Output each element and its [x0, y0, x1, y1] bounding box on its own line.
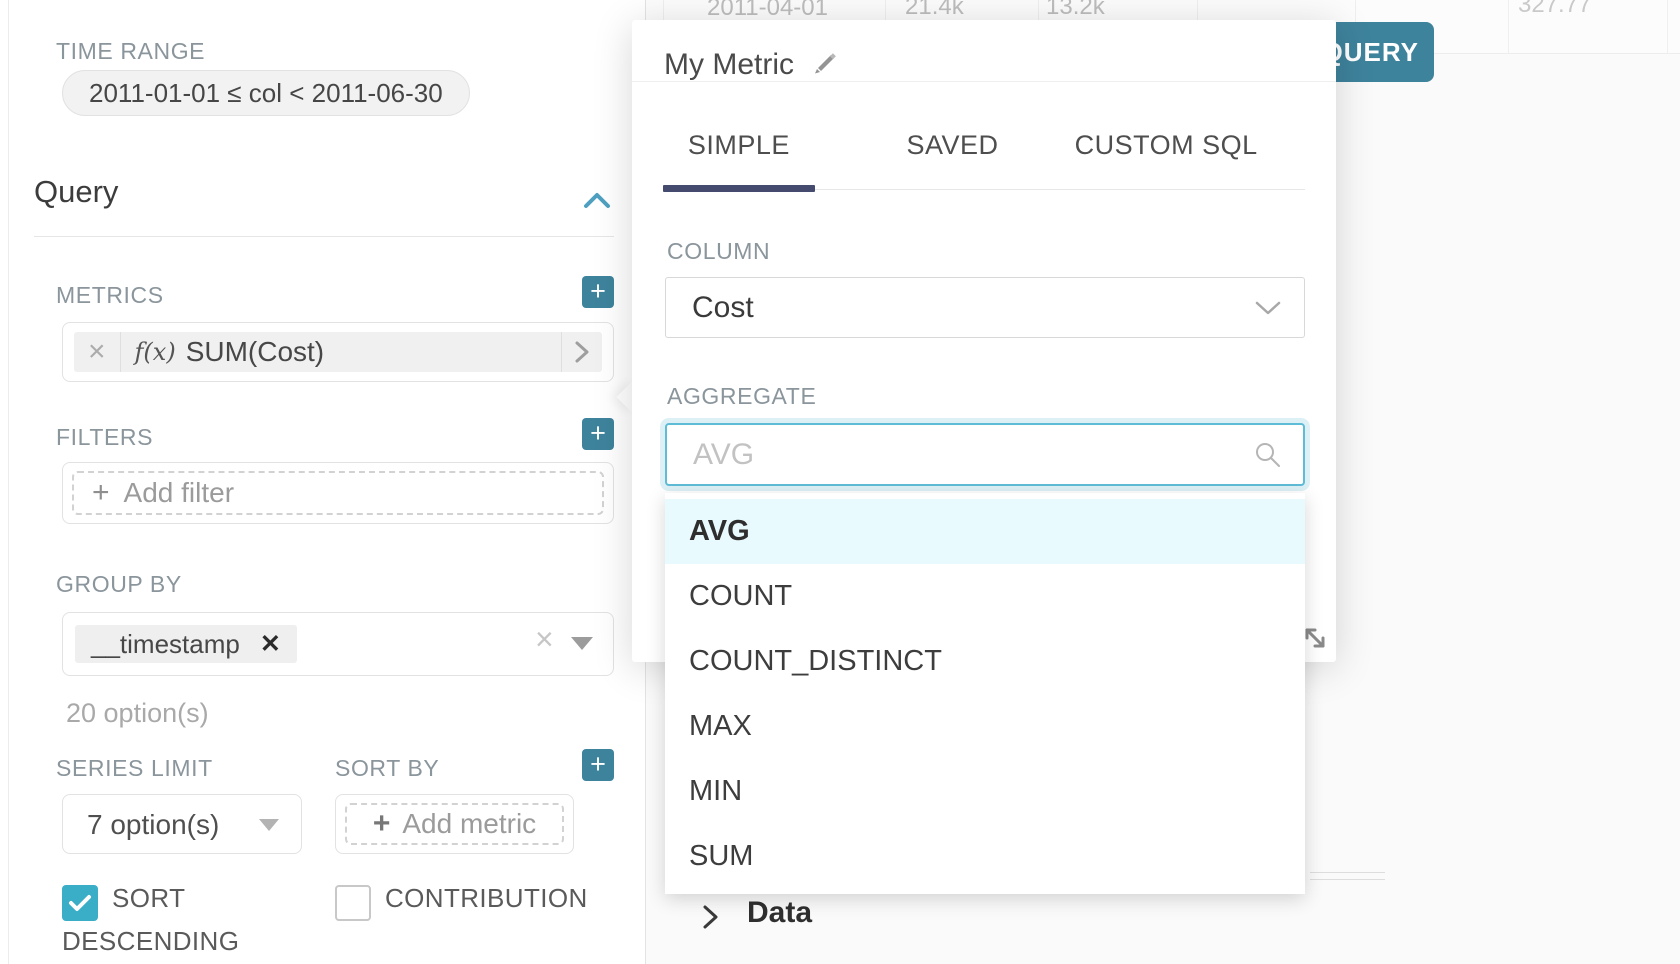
plus-icon: + — [92, 476, 110, 510]
edit-metric-chevron-icon[interactable] — [562, 340, 602, 364]
active-tab-underline — [663, 185, 815, 192]
tab-custom-sql[interactable]: CUSTOM SQL — [1059, 115, 1273, 175]
dropdown-caret-icon — [259, 819, 279, 831]
column-select-value: Cost — [692, 291, 1254, 325]
time-range-label: TIME RANGE — [56, 38, 205, 65]
metric-pill[interactable]: × f(x) SUM(Cost) — [74, 332, 602, 372]
aggregate-option[interactable]: SUM — [665, 824, 1305, 889]
table-cell-border — [1667, 0, 1668, 53]
fx-icon: f(x) — [135, 338, 176, 366]
filters-container: + Add filter — [62, 462, 614, 524]
aggregate-placeholder: AVG — [693, 438, 1253, 472]
sort-descending-control[interactable]: SORT DESCENDING — [62, 878, 302, 961]
aggregate-input[interactable]: AVG — [665, 423, 1305, 486]
group-by-tag[interactable]: __timestamp ✕ — [75, 625, 297, 663]
pill-divider — [120, 332, 121, 372]
aggregate-option[interactable]: COUNT_DISTINCT — [665, 629, 1305, 694]
series-limit-label: SERIES LIMIT — [56, 755, 213, 782]
column-select[interactable]: Cost — [665, 277, 1305, 338]
contribution-control[interactable]: CONTRIBUTION — [335, 878, 635, 921]
data-panel-chevron-right-icon[interactable] — [700, 904, 722, 930]
add-filter-label: Add filter — [124, 477, 235, 509]
edit-title-pencil-icon[interactable] — [810, 51, 838, 79]
dropdown-caret-icon[interactable] — [571, 637, 593, 650]
aggregate-options-menu: AVGCOUNTCOUNT_DISTINCTMAXMINSUM — [665, 493, 1305, 894]
control-panel: TIME RANGE 2011-01-01 ≤ col < 2011-06-30… — [0, 0, 645, 964]
table-cell-value: 327.77 — [1518, 0, 1591, 19]
column-label: COLUMN — [667, 238, 770, 265]
sort-descending-checkbox[interactable] — [62, 885, 98, 921]
query-section-title: Query — [34, 174, 118, 210]
add-metric-plus-button[interactable]: + — [582, 276, 614, 308]
tab-simple[interactable]: SIMPLE — [632, 115, 846, 175]
series-limit-select[interactable]: 7 option(s) — [62, 794, 302, 854]
group-by-options-hint: 20 option(s) — [66, 698, 209, 729]
remove-metric-icon[interactable]: × — [74, 335, 120, 369]
group-by-label: GROUP BY — [56, 571, 182, 598]
data-panel-header[interactable]: Data — [747, 896, 812, 930]
aggregate-option[interactable]: AVG — [665, 499, 1305, 564]
tag-remove-icon[interactable]: ✕ — [260, 629, 281, 659]
add-filter-button[interactable]: + Add filter — [72, 471, 604, 515]
tab-saved[interactable]: SAVED — [846, 115, 1060, 175]
time-range-pill[interactable]: 2011-01-01 ≤ col < 2011-06-30 — [62, 70, 470, 116]
tag-label: __timestamp — [91, 629, 240, 660]
metric-tabs: SIMPLE SAVED CUSTOM SQL — [632, 115, 1273, 175]
metric-name: SUM(Cost) — [186, 336, 324, 368]
metrics-container: × f(x) SUM(Cost) — [62, 322, 614, 382]
filters-label: FILTERS — [56, 424, 153, 451]
group-by-select[interactable]: __timestamp ✕ × — [62, 612, 614, 676]
popover-resize-handle-icon[interactable] — [1301, 622, 1329, 654]
metrics-label: METRICS — [56, 282, 164, 309]
left-border — [8, 0, 9, 964]
sort-by-label: SORT BY — [335, 755, 439, 782]
table-cell-date: 2011-04-01 — [707, 0, 828, 22]
clear-select-icon[interactable]: × — [535, 621, 554, 658]
contribution-checkbox[interactable] — [335, 885, 371, 921]
table-cell-value: 13.2k — [1046, 0, 1105, 21]
table-cell-border — [1508, 0, 1509, 53]
contribution-label: CONTRIBUTION — [385, 883, 588, 913]
add-sort-metric-plus-button[interactable]: + — [582, 749, 614, 781]
aggregate-option[interactable]: MIN — [665, 759, 1305, 824]
data-panel-border — [1310, 879, 1385, 880]
search-icon — [1253, 440, 1283, 470]
data-panel-border — [1310, 872, 1385, 873]
add-filter-plus-button[interactable]: + — [582, 418, 614, 450]
popover-header-divider — [632, 81, 1336, 82]
metric-title: My Metric — [664, 48, 794, 82]
series-limit-value: 7 option(s) — [87, 809, 219, 841]
add-sort-metric-button[interactable]: + Add metric — [345, 803, 564, 845]
table-cell-value: 21.4k — [905, 0, 964, 21]
sort-by-container: + Add metric — [335, 794, 574, 854]
add-sort-metric-label: Add metric — [402, 808, 536, 840]
chevron-down-icon — [1254, 300, 1282, 316]
collapse-chevron-up-icon[interactable] — [583, 190, 611, 210]
aggregate-label: AGGREGATE — [667, 383, 816, 410]
aggregate-option[interactable]: COUNT — [665, 564, 1305, 629]
plus-icon: + — [373, 807, 391, 841]
section-divider — [34, 236, 614, 237]
aggregate-option[interactable]: MAX — [665, 694, 1305, 759]
